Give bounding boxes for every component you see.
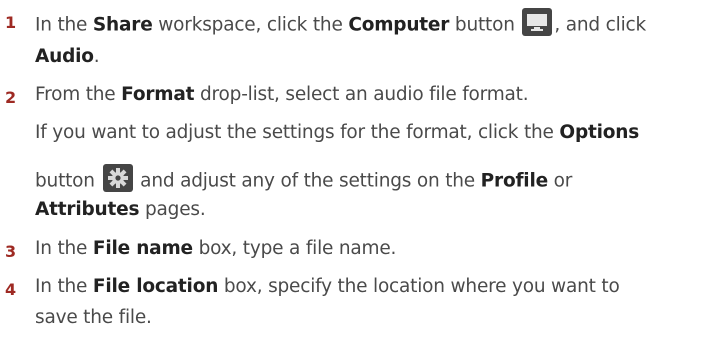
profile-term: Profile <box>480 170 548 192</box>
audio-term: Audio <box>35 46 94 67</box>
step-4-line-1: In the File location box, specify the lo… <box>35 276 620 297</box>
step-4-line-2: save the file. <box>35 307 152 328</box>
step-2-line-4: Attributes pages. <box>35 199 206 220</box>
step-number: 2 <box>5 88 17 107</box>
step-2-line-3: button and adjust any of the settings on… <box>35 164 572 199</box>
step-1-line-2: Audio. <box>35 46 100 67</box>
step-number: 1 <box>5 13 17 32</box>
format-term: Format <box>121 84 195 105</box>
step-2-line-2: If you want to adjust the settings for t… <box>35 122 640 143</box>
share-term: Share <box>92 14 153 36</box>
step-2-line-1: From the Format drop-list, select an aud… <box>35 84 529 105</box>
step-3-line-1: In the File name box, type a file name. <box>35 238 397 259</box>
file-name-term: File name <box>92 238 193 259</box>
computer-term: Computer <box>348 14 450 36</box>
step-1-line-1: In the Share workspace, click the Comput… <box>35 8 646 43</box>
file-location-term: File location <box>92 276 219 297</box>
attributes-term: Attributes <box>35 199 140 220</box>
monitor-icon <box>522 8 553 43</box>
gear-icon <box>102 164 133 199</box>
step-number: 4 <box>5 280 17 299</box>
options-term: Options <box>559 122 640 143</box>
step-number: 3 <box>5 242 17 261</box>
